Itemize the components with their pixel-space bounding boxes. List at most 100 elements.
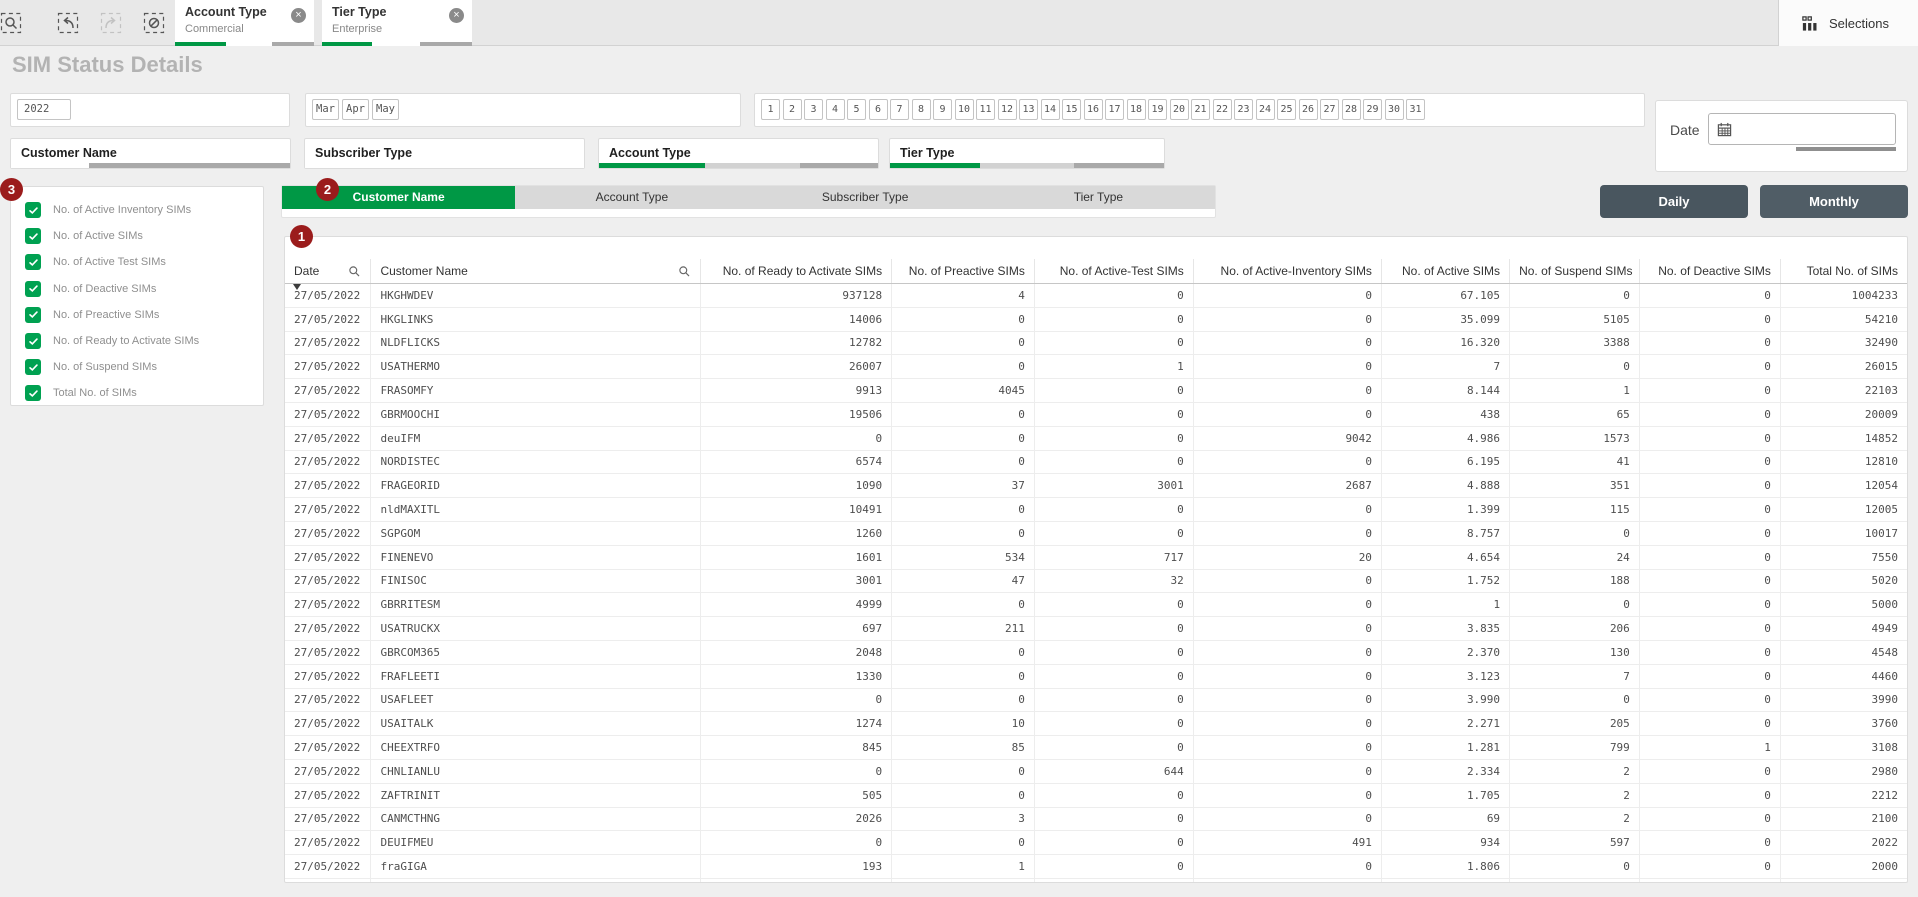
day-value-cell[interactable]: 27 — [1320, 99, 1339, 120]
table-cell[interactable]: DEUIFMEU — [371, 831, 700, 855]
table-cell[interactable]: 7 — [1510, 664, 1640, 688]
table-cell[interactable]: 2212 — [1780, 783, 1907, 807]
day-value-cell[interactable]: 9 — [933, 99, 952, 120]
table-cell[interactable]: 3388 — [1510, 331, 1640, 355]
table-cell[interactable]: 27/05/2022 — [285, 426, 371, 450]
day-value-cell[interactable]: 1 — [761, 99, 780, 120]
table-cell[interactable]: 26015 — [1780, 355, 1907, 379]
clear-selections-icon[interactable] — [143, 12, 165, 34]
table-cell[interactable]: 0 — [1034, 402, 1193, 426]
table-cell[interactable]: 0 — [892, 498, 1035, 522]
table-cell[interactable]: 3.123 — [1381, 664, 1509, 688]
table-cell[interactable]: 0 — [1193, 664, 1381, 688]
table-cell[interactable]: 9913 — [700, 379, 891, 403]
day-value-cell[interactable]: 26 — [1299, 99, 1318, 120]
table-cell[interactable]: 0 — [1034, 593, 1193, 617]
table-cell[interactable]: 1.127 — [1381, 878, 1509, 883]
table-cell[interactable]: USAITALK — [371, 712, 700, 736]
table-cell[interactable]: 0 — [1510, 855, 1640, 879]
table-cell[interactable]: 27/05/2022 — [285, 688, 371, 712]
table-cell[interactable]: 0 — [700, 831, 891, 855]
month-value-cell[interactable]: May — [372, 99, 399, 120]
daily-button[interactable]: Daily — [1600, 185, 1748, 218]
table-cell[interactable]: 697 — [700, 617, 891, 641]
year-value-cell[interactable]: 2022 — [17, 99, 71, 120]
table-cell[interactable]: 27/05/2022 — [285, 545, 371, 569]
table-cell[interactable]: 5105 — [1510, 307, 1640, 331]
table-cell[interactable]: 27/05/2022 — [285, 307, 371, 331]
column-header-no-of-deactive-sims[interactable]: No. of Deactive SIMs — [1639, 259, 1780, 284]
table-cell[interactable]: 0 — [892, 450, 1035, 474]
table-cell[interactable]: 1 — [892, 855, 1035, 879]
table-cell[interactable]: 1004233 — [1780, 284, 1907, 308]
table-cell[interactable]: 14006 — [700, 307, 891, 331]
monthly-button[interactable]: Monthly — [1760, 185, 1908, 218]
table-cell[interactable]: 0 — [1034, 284, 1193, 308]
table-cell[interactable]: 32490 — [1780, 331, 1907, 355]
table-cell[interactable]: 12005 — [1780, 498, 1907, 522]
table-cell[interactable]: GBRRITESM — [371, 593, 700, 617]
table-cell[interactable]: 20009 — [1780, 402, 1907, 426]
table-cell[interactable]: 2048 — [700, 640, 891, 664]
table-cell[interactable]: 27/05/2022 — [285, 783, 371, 807]
day-value-cell[interactable]: 6 — [869, 99, 888, 120]
table-cell[interactable]: 3.990 — [1381, 688, 1509, 712]
table-cell[interactable]: 0 — [1639, 331, 1780, 355]
table-cell[interactable]: 4999 — [700, 593, 891, 617]
day-filter-listbox[interactable]: 1234567891011121314151617181920212223242… — [754, 93, 1645, 127]
column-header-no-of-active-test-sims[interactable]: No. of Active-Test SIMs — [1034, 259, 1193, 284]
table-cell[interactable]: 16.320 — [1381, 331, 1509, 355]
table-cell[interactable]: 67.105 — [1381, 284, 1509, 308]
table-cell[interactable]: 0 — [1639, 307, 1780, 331]
checkbox-checked-icon[interactable] — [25, 202, 41, 218]
table-cell[interactable]: 0 — [1193, 617, 1381, 641]
table-cell[interactable]: 27/05/2022 — [285, 331, 371, 355]
table-cell[interactable]: 2980 — [1780, 759, 1907, 783]
table-cell[interactable]: 10 — [892, 712, 1035, 736]
table-cell[interactable]: 85 — [892, 736, 1035, 760]
month-value-cell[interactable]: Apr — [342, 99, 369, 120]
selection-chip[interactable]: Tier TypeEnterprise× — [322, 0, 472, 46]
table-cell[interactable]: 0 — [1034, 783, 1193, 807]
close-icon[interactable]: × — [291, 8, 306, 23]
table-cell[interactable]: 0 — [1193, 521, 1381, 545]
table-cell[interactable]: USATRUCKX — [371, 617, 700, 641]
table-cell[interactable]: 0 — [1034, 831, 1193, 855]
day-value-cell[interactable]: 19 — [1148, 99, 1167, 120]
table-cell[interactable]: 0 — [1639, 783, 1780, 807]
table-cell[interactable]: 0 — [1639, 593, 1780, 617]
table-cell[interactable]: 24 — [1510, 545, 1640, 569]
table-cell[interactable]: 27/05/2022 — [285, 831, 371, 855]
selections-button[interactable]: Selections — [1778, 0, 1918, 46]
table-cell[interactable]: 0 — [1193, 688, 1381, 712]
day-value-cell[interactable]: 16 — [1084, 99, 1103, 120]
table-cell[interactable]: 0 — [1034, 664, 1193, 688]
table-cell[interactable]: 0 — [892, 307, 1035, 331]
column-header-no-of-ready-to-activate-sims[interactable]: No. of Ready to Activate SIMs — [700, 259, 891, 284]
table-cell[interactable]: 0 — [1510, 688, 1640, 712]
table-cell[interactable]: 12054 — [1780, 474, 1907, 498]
table-cell[interactable]: 0 — [892, 402, 1035, 426]
table-cell[interactable]: 19506 — [700, 402, 891, 426]
table-cell[interactable]: 1695 — [1780, 878, 1907, 883]
table-cell[interactable]: 351 — [1510, 474, 1640, 498]
table-cell[interactable]: 0 — [1034, 878, 1193, 883]
table-cell[interactable]: 0 — [1639, 807, 1780, 831]
table-cell[interactable]: 2 — [1510, 783, 1640, 807]
day-value-cell[interactable]: 2 — [783, 99, 802, 120]
table-cell[interactable]: 0 — [892, 331, 1035, 355]
filter-field-customer-name[interactable]: Customer Name — [10, 138, 291, 169]
table-cell[interactable]: 4 — [892, 284, 1035, 308]
table-cell[interactable]: 27/05/2022 — [285, 878, 371, 883]
table-cell[interactable]: 1 — [1510, 379, 1640, 403]
table-cell[interactable]: 1.705 — [1381, 783, 1509, 807]
table-cell[interactable]: 4.654 — [1381, 545, 1509, 569]
table-cell[interactable]: 0 — [1510, 355, 1640, 379]
table-cell[interactable]: 27/05/2022 — [285, 736, 371, 760]
table-cell[interactable]: 0 — [1034, 688, 1193, 712]
day-value-cell[interactable]: 15 — [1062, 99, 1081, 120]
metric-list-item[interactable]: No. of Suspend SIMs — [11, 354, 263, 380]
table-cell[interactable]: 4.888 — [1381, 474, 1509, 498]
table-cell[interactable]: 934 — [1381, 831, 1509, 855]
table-cell[interactable]: 3001 — [700, 569, 891, 593]
